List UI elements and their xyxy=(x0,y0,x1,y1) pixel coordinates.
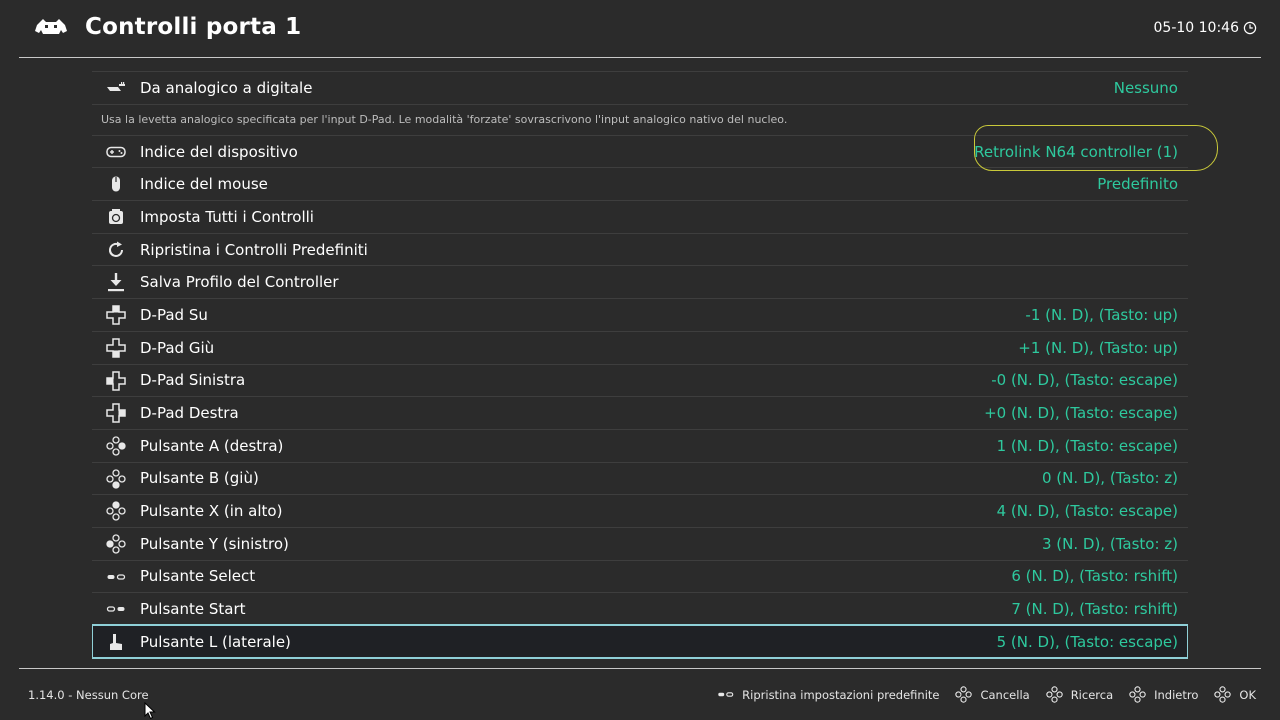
setting-value: -1 (N. D), (Tasto: up) xyxy=(1025,305,1178,324)
setting-value: Nessuno xyxy=(1113,78,1178,97)
face-buttons-icon xyxy=(955,686,973,703)
setting-row[interactable]: D-Pad Destra +0 (N. D), (Tasto: escape) xyxy=(92,396,1188,429)
setting-label: Pulsante L (laterale) xyxy=(140,632,291,651)
setting-row[interactable]: Pulsante Start 7 (N. D), (Tasto: rshift) xyxy=(92,592,1188,625)
gamepad-icon xyxy=(105,143,127,161)
hint-indietro[interactable]: Indietro xyxy=(1129,686,1198,703)
setting-value: +0 (N. D), (Tasto: escape) xyxy=(984,404,1178,423)
version-label: 1.14.0 - Nessun Core xyxy=(28,688,149,702)
dpad-up-icon xyxy=(105,305,127,325)
setting-value: +1 (N. D), (Tasto: up) xyxy=(1018,338,1178,357)
select-icon xyxy=(105,568,127,586)
setting-label: Pulsante X (in alto) xyxy=(140,502,283,521)
dpad-right-icon xyxy=(105,403,127,423)
retroarch-logo-icon xyxy=(35,19,67,34)
face-buttons-icon xyxy=(1214,686,1232,703)
header: Controlli porta 1 05-10 10:46 xyxy=(0,0,1280,58)
reload-icon xyxy=(105,241,127,259)
button-down-icon xyxy=(105,468,127,489)
setting-description: Usa la levetta analogico specificata per… xyxy=(92,103,1188,135)
setting-label: D-Pad Giù xyxy=(140,338,215,357)
hint-ripristina-impostazioni-predefinite[interactable]: Ripristina impostazioni predefinite xyxy=(717,686,939,703)
hint-label: Cancella xyxy=(980,687,1030,702)
setting-value: 5 (N. D), (Tasto: escape) xyxy=(996,632,1178,651)
setting-label: Indice del mouse xyxy=(140,175,268,194)
button-left-icon xyxy=(105,534,127,554)
dpad-left-icon xyxy=(105,370,127,391)
hint-label: Ripristina impostazioni predefinite xyxy=(742,687,940,702)
setting-label: Imposta Tutti i Controlli xyxy=(140,207,314,226)
bind-all-icon xyxy=(105,208,127,226)
analog-dpad-icon xyxy=(105,79,127,97)
setting-row[interactable]: Pulsante B (giù) 0 (N. D), (Tasto: z) xyxy=(92,461,1188,495)
clock: 05-10 10:46 xyxy=(1154,20,1257,36)
shoulder-l-icon xyxy=(105,633,127,651)
setting-row[interactable]: Salva Profilo del Controller xyxy=(92,265,1188,298)
button-right-icon xyxy=(105,436,127,456)
hint-label: OK xyxy=(1239,687,1256,702)
setting-label: Salva Profilo del Controller xyxy=(140,273,339,292)
setting-label: D-Pad Su xyxy=(140,305,208,324)
setting-label: D-Pad Sinistra xyxy=(140,371,246,390)
hint-label: Ricerca xyxy=(1070,687,1114,702)
setting-label: Da analogico a digitale xyxy=(140,78,313,97)
setting-label: Pulsante Y (sinistro) xyxy=(140,534,289,553)
setting-value: 0 (N. D), (Tasto: z) xyxy=(1041,469,1178,488)
setting-label: Pulsante B (giù) xyxy=(140,469,259,488)
button-hints: Ripristina impostazioni predefinite Cance… xyxy=(717,686,1256,703)
setting-row[interactable]: Pulsante Select 6 (N. D), (Tasto: rshift) xyxy=(92,559,1188,593)
hint-label: Indietro xyxy=(1154,687,1199,702)
setting-value: 3 (N. D), (Tasto: z) xyxy=(1041,534,1178,553)
page-title: Controlli porta 1 xyxy=(85,14,302,40)
footer: 1.14.0 - Nessun Core Ripristina impostaz… xyxy=(0,669,1280,720)
setting-row[interactable]: Ripristina i Controlli Predefiniti xyxy=(92,232,1188,266)
settings-list: Da analogico a digitale Nessuno Usa la lev… xyxy=(92,71,1188,668)
download-icon xyxy=(105,273,127,292)
setting-row[interactable]: Pulsante X (in alto) 4 (N. D), (Tasto: es… xyxy=(92,494,1188,527)
clock-text: 05-10 10:46 xyxy=(1153,20,1239,36)
select-button-icon xyxy=(717,686,734,703)
setting-value: 6 (N. D), (Tasto: rshift) xyxy=(1011,567,1178,586)
start-icon xyxy=(105,600,127,618)
mouse-cursor-icon xyxy=(144,702,156,720)
setting-label: Pulsante A (destra) xyxy=(140,436,284,455)
setting-row[interactable]: Indice del mouse Predefinito xyxy=(92,167,1188,200)
hint-cancella[interactable]: Cancella xyxy=(955,686,1030,703)
setting-row[interactable]: Imposta Tutti i Controlli xyxy=(92,200,1188,233)
setting-value: 4 (N. D), (Tasto: escape) xyxy=(996,502,1178,521)
hint-ok[interactable]: OK xyxy=(1214,686,1256,703)
setting-value: 7 (N. D), (Tasto: rshift) xyxy=(1011,600,1178,619)
header-divider xyxy=(19,57,1261,58)
setting-label: Ripristina i Controlli Predefiniti xyxy=(140,240,368,259)
mouse-icon xyxy=(105,175,127,193)
setting-label: Indice del dispositivo xyxy=(140,142,298,161)
setting-value: -0 (N. D), (Tasto: escape) xyxy=(991,371,1178,390)
button-up-icon xyxy=(105,501,127,521)
setting-row[interactable]: D-Pad Su -1 (N. D), (Tasto: up) xyxy=(92,298,1188,331)
dpad-down-icon xyxy=(105,338,127,358)
setting-value: 1 (N. D), (Tasto: escape) xyxy=(996,436,1178,455)
setting-row[interactable]: Pulsante L (laterale) 5 (N. D), (Tasto: e… xyxy=(92,624,1188,659)
setting-value: Predefinito xyxy=(1097,175,1178,194)
setting-label: D-Pad Destra xyxy=(140,404,239,423)
setting-row[interactable]: Da analogico a digitale Nessuno xyxy=(92,71,1188,104)
setting-row[interactable]: D-Pad Sinistra -0 (N. D), (Tasto: escape) xyxy=(92,363,1188,397)
clock-icon xyxy=(1243,21,1257,35)
setting-label: Pulsante Start xyxy=(140,600,246,619)
setting-row[interactable]: Pulsante A (destra) 1 (N. D), (Tasto: esc… xyxy=(92,428,1188,462)
hint-ricerca[interactable]: Ricerca xyxy=(1045,686,1114,703)
face-buttons-icon xyxy=(1129,686,1146,703)
setting-value: Retrolink N64 controller (1) xyxy=(974,142,1178,161)
setting-label: Pulsante Select xyxy=(140,567,256,586)
setting-row[interactable]: Indice del dispositivo Retrolink N64 cont… xyxy=(92,134,1188,168)
setting-row[interactable]: D-Pad Giù +1 (N. D), (Tasto: up) xyxy=(92,330,1188,364)
setting-row[interactable]: Pulsante Y (sinistro) 3 (N. D), (Tasto: z… xyxy=(92,526,1188,560)
face-buttons-icon xyxy=(1045,686,1063,703)
